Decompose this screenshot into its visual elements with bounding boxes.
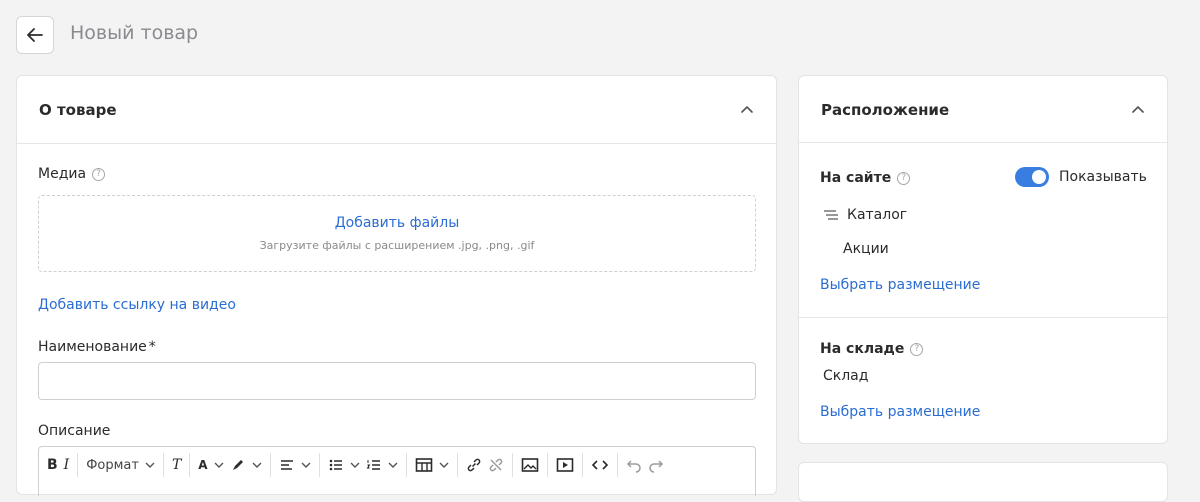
editor-toolbar: B I Формат T A — [38, 446, 756, 496]
warehouse-label: На складе — [820, 341, 905, 357]
toolbar-group-code — [583, 453, 618, 477]
name-label: Наименование — [38, 339, 147, 355]
page-title: Новый товар — [70, 22, 199, 44]
tree-lines-icon — [824, 210, 838, 220]
toolbar-group-text: B I — [39, 453, 79, 477]
align-left-icon[interactable] — [279, 457, 295, 473]
add-files-link[interactable]: Добавить файлы — [335, 215, 460, 231]
about-card-title: О товаре — [39, 100, 117, 119]
unlink-icon[interactable] — [488, 457, 504, 473]
about-card-header[interactable]: О товаре — [17, 76, 776, 144]
add-video-link[interactable]: Добавить ссылку на видео — [38, 297, 236, 313]
image-icon[interactable] — [521, 457, 539, 473]
table-icon[interactable] — [415, 457, 433, 473]
media-dropzone[interactable]: Добавить файлы Загрузите файлы с расшире… — [38, 195, 756, 272]
required-mark: * — [148, 339, 156, 355]
catalog-row: Каталог — [823, 207, 907, 223]
files-hint: Загрузите файлы с расширением .jpg, .png… — [259, 239, 535, 252]
arrow-left-icon — [27, 28, 43, 42]
next-side-card — [798, 462, 1168, 502]
show-toggle[interactable] — [1015, 167, 1049, 187]
toolbar-group-clear: T — [164, 453, 191, 477]
show-toggle-row: Показывать — [1015, 167, 1147, 187]
toolbar-group-links — [458, 453, 513, 477]
toolbar-group-history — [618, 453, 672, 477]
choose-placement-link[interactable]: Выбрать размещение — [820, 277, 980, 293]
description-label: Описание — [38, 423, 111, 439]
name-input[interactable] — [38, 362, 756, 400]
italic-button[interactable]: I — [64, 457, 70, 473]
chevron-up-icon[interactable] — [740, 103, 754, 117]
choose-placement-link-2[interactable]: Выбрать размещение — [820, 404, 980, 420]
toolbar-group-lists — [320, 453, 407, 477]
highlight-pen-icon[interactable] — [230, 457, 246, 473]
about-product-card: О товаре Медиа ? Добавить файлы Загрузит… — [16, 75, 777, 496]
catalog-item: Каталог — [847, 207, 908, 223]
media-label-row: Медиа ? — [38, 166, 106, 182]
placement-card: Расположение На сайте ? Показывать Катал… — [798, 75, 1168, 444]
toolbar-group-format: Формат — [78, 453, 164, 477]
bullet-list-icon[interactable] — [328, 457, 344, 473]
divider — [799, 142, 1167, 143]
divider — [799, 317, 1167, 318]
help-icon[interactable]: ? — [92, 167, 106, 181]
toolbar-group-media — [513, 453, 548, 477]
toolbar-group-video — [548, 453, 583, 477]
on-site-label-row: На сайте ? — [820, 170, 911, 186]
promo-item: Акции — [843, 241, 889, 257]
format-dropdown[interactable]: Формат — [86, 458, 155, 473]
font-color-icon[interactable]: A — [198, 458, 207, 472]
back-button[interactable] — [16, 16, 54, 54]
redo-icon[interactable] — [648, 457, 664, 473]
toolbar-group-align — [271, 453, 320, 477]
warehouse-value: Склад — [823, 368, 869, 384]
code-icon[interactable] — [591, 457, 609, 473]
video-icon[interactable] — [556, 457, 574, 473]
format-dropdown-label: Формат — [86, 457, 139, 473]
show-label: Показывать — [1059, 169, 1147, 185]
bold-button[interactable]: B — [47, 457, 58, 473]
name-label-row: Наименование * — [38, 339, 156, 355]
toolbar-group-table — [407, 453, 458, 477]
undo-icon[interactable] — [626, 457, 642, 473]
link-icon[interactable] — [466, 457, 482, 473]
on-site-label: На сайте — [820, 170, 892, 186]
placement-card-title: Расположение — [821, 101, 950, 119]
numbered-list-icon[interactable] — [366, 457, 382, 473]
warehouse-label-row: На складе ? — [820, 341, 924, 357]
help-icon[interactable]: ? — [897, 171, 911, 185]
media-label: Медиа — [38, 166, 87, 182]
clear-format-icon[interactable]: T — [172, 457, 181, 473]
chevron-up-icon[interactable] — [1131, 103, 1145, 117]
placement-card-header[interactable]: Расположение — [799, 76, 1167, 144]
help-icon[interactable]: ? — [910, 342, 924, 356]
toolbar-group-color: A — [190, 453, 271, 477]
